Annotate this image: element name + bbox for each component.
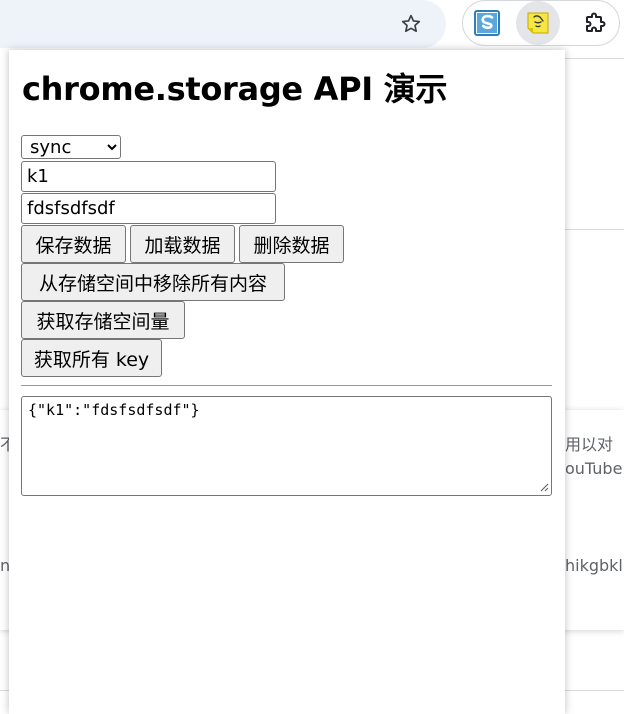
get-bytes-in-use-button[interactable]: 获取存储空间量	[21, 301, 185, 339]
bg-divider	[565, 229, 624, 230]
bookmark-button[interactable]	[395, 8, 427, 40]
resize-grip-icon[interactable]	[539, 482, 549, 492]
star-icon	[401, 14, 421, 33]
extension-popup: chrome.storage API 演示 sync 保存数据 加载数据 删除数…	[9, 50, 565, 714]
key-input[interactable]	[21, 161, 276, 192]
s-extension-button[interactable]	[465, 1, 509, 45]
get-all-keys-button[interactable]: 获取所有 key	[21, 339, 162, 377]
value-input[interactable]	[21, 193, 276, 224]
popup-title: chrome.storage API 演示	[22, 70, 448, 108]
storage-area-select[interactable]: sync	[21, 135, 121, 159]
horizontal-rule	[21, 385, 552, 386]
browser-window: 不 用以对 ouTube n hikgbkl chrome.storage AP…	[0, 0, 624, 714]
address-bar[interactable]	[0, 0, 446, 48]
clear-storage-button[interactable]: 从存储空间中移除所有内容	[21, 263, 285, 301]
bg-text-fragment: ouTube	[565, 459, 623, 478]
extensions-menu-button[interactable]	[573, 1, 617, 45]
save-data-button[interactable]: 保存数据	[21, 225, 126, 263]
s-logo-icon	[474, 10, 500, 36]
output-textarea[interactable]: {"k1":"fdsfsdfsdf"}	[21, 396, 552, 496]
bg-text-fragment: 用以对	[565, 435, 614, 454]
storage-demo-extension-button[interactable]	[516, 1, 560, 45]
puzzle-icon	[586, 12, 606, 32]
bg-divider	[565, 58, 624, 59]
browser-toolbar	[0, 0, 624, 48]
bg-text-fragment: hikgbkl	[565, 556, 623, 575]
extension-sticker-icon	[527, 12, 549, 34]
remove-data-button[interactable]: 删除数据	[239, 225, 344, 263]
load-data-button[interactable]: 加载数据	[130, 225, 235, 263]
